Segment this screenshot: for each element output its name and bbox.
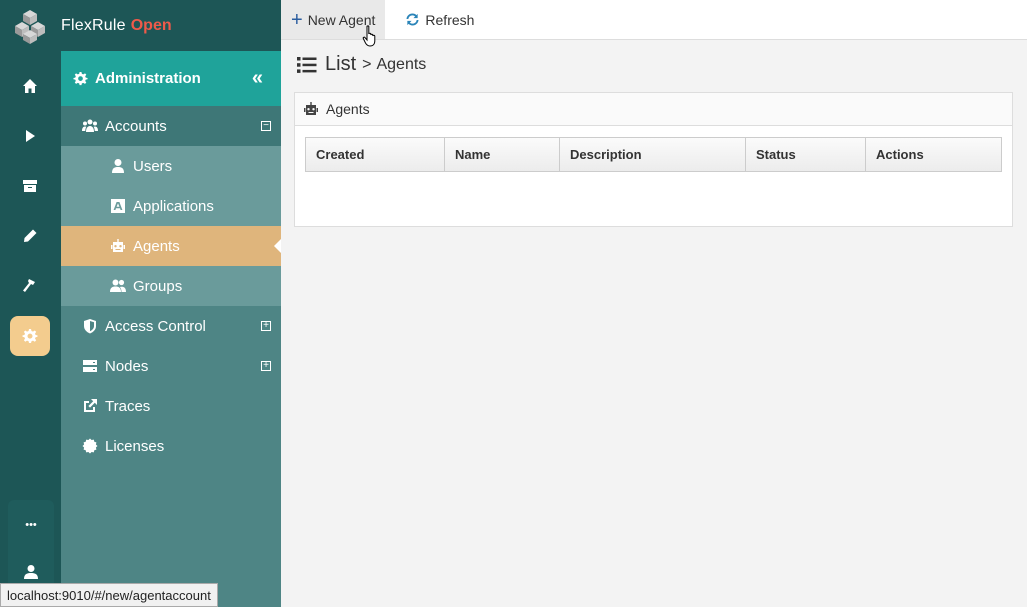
panel-header: Agents [295, 93, 1012, 126]
brand-edition: Open [130, 16, 172, 34]
robot-icon [109, 237, 127, 255]
sidebar-item-agents[interactable]: Agents [61, 226, 281, 266]
column-header-status[interactable]: Status [746, 138, 866, 171]
expand-toggle[interactable]: + [261, 321, 271, 331]
sidebar-item-label: Nodes [105, 357, 149, 375]
column-header-actions[interactable]: Actions [866, 138, 1001, 171]
sidebar-item-licenses[interactable]: Licenses [61, 426, 281, 466]
brand-name: FlexRule [61, 16, 126, 34]
sidebar-item-access-control[interactable]: Access Control + [61, 306, 281, 346]
refresh-label: Refresh [425, 11, 475, 28]
sidebar-item-label: Groups [133, 277, 183, 295]
gear-icon [73, 71, 88, 86]
app-icon [109, 197, 127, 215]
users-icon [109, 277, 127, 295]
breadcrumb-list[interactable]: List [325, 53, 356, 76]
rail-home-button[interactable] [10, 66, 50, 106]
sidebar-item-applications[interactable]: Applications [61, 186, 281, 226]
collapse-toggle[interactable]: − [261, 121, 271, 131]
sidebar-item-accounts[interactable]: Accounts − [61, 106, 281, 146]
user-icon[interactable] [23, 564, 39, 580]
agents-table-header: Created Name Description Status Actions [305, 137, 1002, 172]
sidebar-item-label: Traces [105, 397, 151, 415]
plus-icon: + [291, 8, 303, 31]
user-icon [109, 157, 127, 175]
external-link-icon [81, 397, 99, 415]
sidebar-header: Administration « [61, 51, 281, 106]
brand-bar: FlexRule Open [61, 0, 281, 51]
sidebar: Administration « Accounts − Users Applic… [61, 51, 281, 607]
server-icon [81, 357, 99, 375]
sidebar-item-label: Accounts [105, 117, 167, 135]
certificate-icon [81, 437, 99, 455]
list-icon [297, 56, 317, 73]
breadcrumb: List > Agents [297, 53, 426, 76]
breadcrumb-separator: > [362, 55, 372, 73]
toolbar: + New Agent Refresh [281, 0, 1027, 40]
more-button[interactable]: ••• [14, 514, 48, 536]
sidebar-title: Administration [95, 70, 201, 87]
play-icon [26, 130, 35, 142]
shield-icon [81, 317, 99, 335]
rail-run-button[interactable] [10, 116, 50, 156]
archive-icon [23, 180, 37, 192]
home-icon [23, 79, 37, 93]
hammer-icon [23, 279, 35, 292]
link-status-bar: localhost:9010/#/new/agentaccount [0, 583, 218, 607]
panel-title: Agents [326, 101, 370, 117]
column-header-name[interactable]: Name [445, 138, 560, 171]
breadcrumb-current: Agents [376, 55, 427, 73]
users-group-icon [81, 117, 99, 135]
sidebar-item-nodes[interactable]: Nodes + [61, 346, 281, 386]
sidebar-item-label: Licenses [105, 437, 165, 455]
rail-build-button[interactable] [10, 266, 50, 306]
rail-admin-button[interactable] [10, 316, 50, 356]
flexrule-logo-icon [15, 10, 45, 44]
sidebar-item-label: Agents [133, 237, 180, 255]
hand-pointer-icon [362, 25, 376, 47]
robot-icon [304, 102, 318, 115]
rail-archive-button[interactable] [10, 166, 50, 206]
pencil-icon [24, 229, 37, 242]
expand-toggle[interactable]: + [261, 361, 271, 371]
column-header-description[interactable]: Description [560, 138, 746, 171]
collapse-sidebar-button[interactable]: « [252, 68, 263, 88]
refresh-button[interactable]: Refresh [395, 0, 484, 39]
sidebar-item-groups[interactable]: Groups [61, 266, 281, 306]
column-header-created[interactable]: Created [306, 138, 445, 171]
gear-icon [22, 329, 38, 343]
agents-panel: Agents Created Name Description Status A… [294, 92, 1013, 227]
refresh-icon [406, 13, 419, 26]
sidebar-item-label: Access Control [105, 317, 206, 335]
sidebar-item-label: Users [133, 157, 173, 175]
sidebar-item-traces[interactable]: Traces [61, 386, 281, 426]
rail-edit-button[interactable] [10, 216, 50, 256]
sidebar-item-label: Applications [133, 197, 214, 215]
icon-rail: ••• [0, 0, 61, 607]
sidebar-item-users[interactable]: Users [61, 146, 281, 186]
